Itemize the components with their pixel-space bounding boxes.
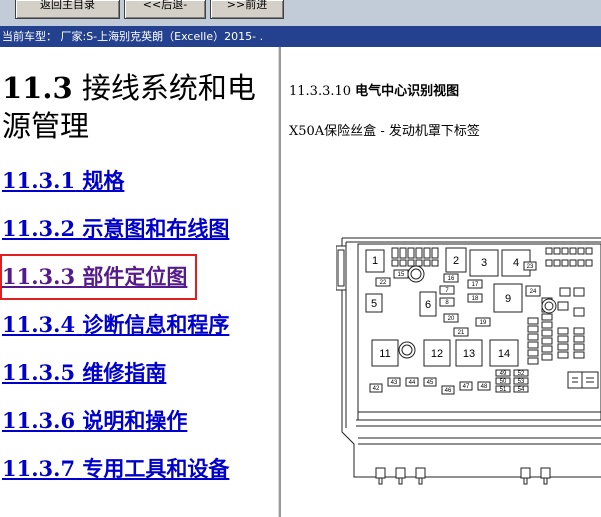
toc-link-specifications[interactable]: 11.3.1 规格 [2,165,124,195]
fuse-box-diagram: 1 5 2 3 4 6 9 11 12 13 14 15 16 17 7 8 1… [336,237,601,485]
fuse-label: 22 [380,280,387,286]
fuse-label: 43 [391,380,398,386]
toc-link-repair-instructions[interactable]: 11.3.5 维修指南 [2,357,166,387]
toc-link-schematics[interactable]: 11.3.2 示意图和布线图 [2,213,229,243]
fuse-label: 20 [448,316,455,322]
back-button[interactable]: <<后退- [124,0,206,19]
vehicle-info-text: 当前车型： 厂家:S-上海别克英朗（Excelle）2015- . [2,30,264,43]
top-toolbar: 返回主目录 <<后退- >>前进 [0,0,601,26]
fuse-label: 2 [453,255,459,267]
fuse-label: 49 [500,371,507,377]
fuse-label: 16 [448,276,455,282]
fuse-label: 13 [463,348,475,360]
home-button[interactable]: 返回主目录 [15,0,120,19]
fuse-label: 4 [513,257,519,269]
fuse-label: 1 [372,255,378,267]
fuse-label: 45 [427,380,434,386]
content-heading: 11.3.3.10 电气中心识别视图 [289,84,460,99]
page-title: 11.3 接线系统和电源管理 [2,69,274,145]
section-number: 11.3 [2,71,73,105]
fuse-label: 52 [518,371,525,377]
forward-button[interactable]: >>前进 [210,0,284,19]
fuse-label: 17 [472,282,479,288]
fuse-label: 44 [409,380,416,386]
selection-highlight-box [0,254,197,300]
content-subtitle: X50A保险丝盒 - 发动机罩下标签 [289,124,480,139]
fuse-label: 48 [481,384,488,390]
toc-link-description-operation[interactable]: 11.3.6 说明和操作 [2,405,187,435]
fuse-label: 46 [445,388,452,394]
fuse-label: 5 [371,298,377,310]
fuse-label: 3 [481,257,487,269]
toc-link-diagnostics[interactable]: 11.3.4 诊断信息和程序 [2,309,229,339]
fuse-label: 47 [463,384,470,390]
vehicle-info-bar: 当前车型： 厂家:S-上海别克英朗（Excelle）2015- . [0,26,601,47]
fuse-label: 15 [398,272,405,278]
toc-link-special-tools[interactable]: 11.3.7 专用工具和设备 [2,453,229,483]
fuse-label: 6 [425,299,431,311]
fuse-label: 11 [379,348,390,360]
fuse-label: 24 [530,289,537,295]
fuse-label: 12 [431,348,443,360]
fuse-label: 19 [480,320,487,326]
fuse-label: 42 [373,386,380,392]
fuse-label: 14 [498,348,510,360]
fuse-label: 51 [500,387,507,393]
fuse-label: 21 [458,330,465,336]
fuse-label: 50 [500,379,507,385]
fuse-label: 18 [472,296,479,302]
fuse-label: 53 [518,379,525,385]
content-panel: 11.3.3.10 电气中心识别视图 X50A保险丝盒 - 发动机罩下标签 1 … [281,47,601,517]
toc-panel: 11.3 接线系统和电源管理 11.3.1 规格 11.3.2 示意图和布线图 … [0,47,278,517]
fuse-label: 9 [505,293,511,305]
fuse-label: 23 [527,264,534,270]
fuse-label: 54 [518,387,525,393]
